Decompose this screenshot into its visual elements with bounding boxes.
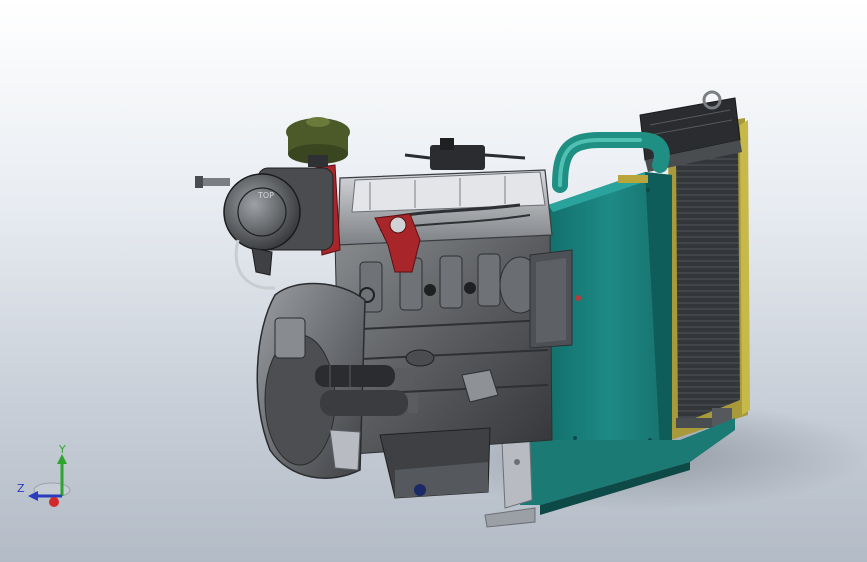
- graphics-viewport[interactable]: TOP Y Z: [0, 0, 867, 562]
- triad-y-label: Y: [59, 443, 66, 456]
- triad-z-label: Z: [17, 482, 25, 495]
- air-filter-marking: TOP: [257, 191, 274, 200]
- cylinder-head[interactable]: [337, 138, 553, 246]
- engine-3d-model[interactable]: TOP: [0, 0, 867, 562]
- air-filter[interactable]: TOP: [195, 117, 350, 290]
- view-triad[interactable]: [10, 440, 80, 515]
